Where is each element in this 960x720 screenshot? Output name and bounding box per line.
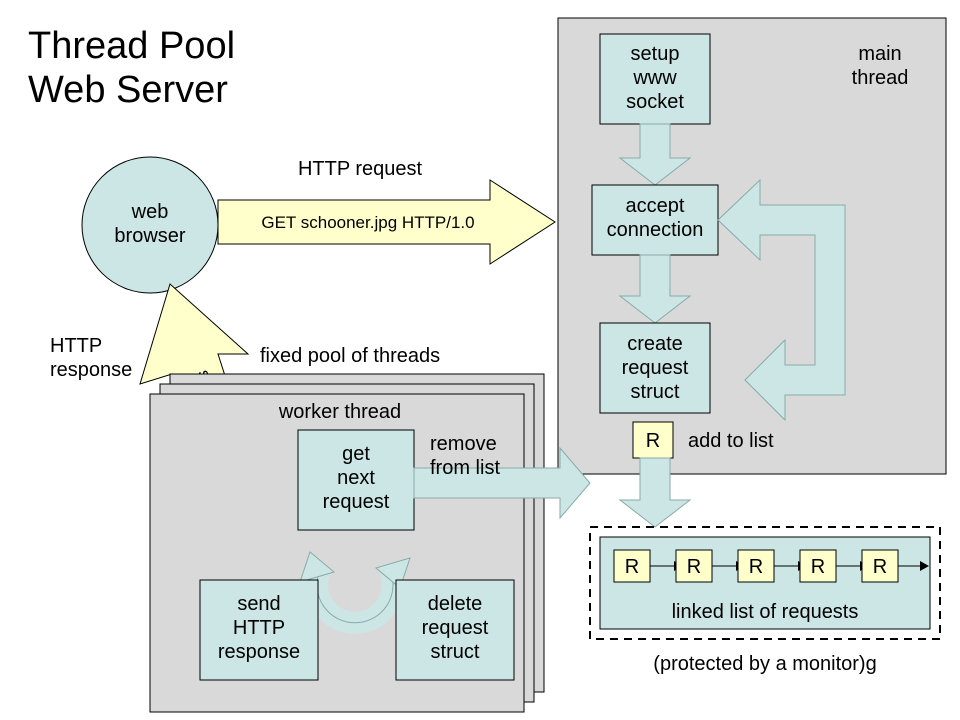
delete-l1: delete bbox=[428, 593, 483, 615]
svg-text:R: R bbox=[687, 556, 701, 578]
get-next-l1: get bbox=[342, 443, 370, 465]
svg-text:R: R bbox=[749, 556, 763, 578]
http-response-label-2: response bbox=[50, 359, 132, 381]
worker-thread-label: worker thread bbox=[278, 401, 401, 423]
setup-l1: setup bbox=[631, 43, 680, 65]
accept-l2: connection bbox=[607, 219, 704, 241]
title-line2: Web Server bbox=[28, 69, 228, 111]
r-struct-label: R bbox=[646, 430, 660, 452]
linked-list-label: linked list of requests bbox=[672, 601, 859, 623]
http-response-label-1: HTTP bbox=[50, 335, 102, 357]
fixed-pool-label: fixed pool of threads bbox=[260, 345, 440, 367]
remove-l2: from list bbox=[430, 457, 500, 479]
delete-l3: struct bbox=[431, 641, 480, 663]
send-l1: send bbox=[237, 593, 280, 615]
svg-text:R: R bbox=[873, 556, 887, 578]
setup-l2: www bbox=[632, 67, 677, 89]
delete-l2: request bbox=[422, 617, 489, 639]
title-line1: Thread Pool bbox=[28, 25, 235, 67]
setup-l3: socket bbox=[626, 91, 684, 113]
remove-l1: remove bbox=[430, 433, 497, 455]
svg-text:R: R bbox=[625, 556, 639, 578]
accept-l1: accept bbox=[626, 195, 685, 217]
send-l2: HTTP bbox=[233, 617, 285, 639]
send-l3: response bbox=[218, 641, 300, 663]
main-thread-label-2: thread bbox=[852, 67, 909, 89]
get-line: GET schooner.jpg HTTP/1.0 bbox=[261, 213, 474, 232]
http-request-label: HTTP request bbox=[298, 158, 423, 180]
get-next-l3: request bbox=[323, 491, 390, 513]
browser-label-2: browser bbox=[114, 225, 185, 247]
create-l1: create bbox=[627, 333, 683, 355]
svg-text:R: R bbox=[811, 556, 825, 578]
get-next-l2: next bbox=[337, 467, 375, 489]
main-thread-label-1: main bbox=[858, 43, 901, 65]
add-to-list-label: add to list bbox=[688, 430, 774, 452]
create-l2: request bbox=[622, 357, 689, 379]
monitor-label: (protected by a monitor)g bbox=[653, 653, 876, 675]
create-l3: struct bbox=[631, 381, 680, 403]
browser-label-1: web bbox=[131, 201, 169, 223]
